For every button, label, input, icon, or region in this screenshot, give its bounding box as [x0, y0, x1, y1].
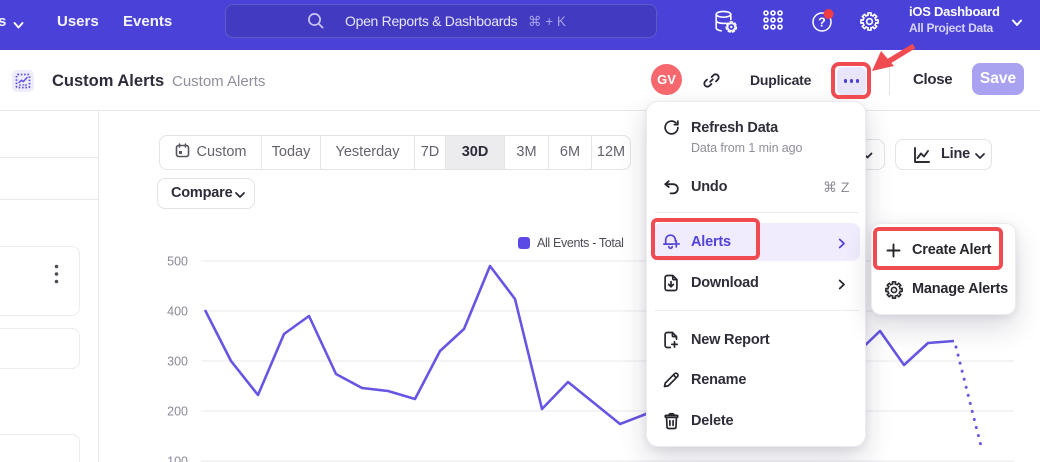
- svg-text:?: ?: [818, 16, 826, 30]
- svg-text:400: 400: [167, 305, 188, 319]
- svg-text:300: 300: [167, 355, 188, 369]
- svg-text:500: 500: [167, 255, 188, 269]
- svg-text:200: 200: [167, 405, 188, 419]
- svg-text:100: 100: [167, 455, 188, 462]
